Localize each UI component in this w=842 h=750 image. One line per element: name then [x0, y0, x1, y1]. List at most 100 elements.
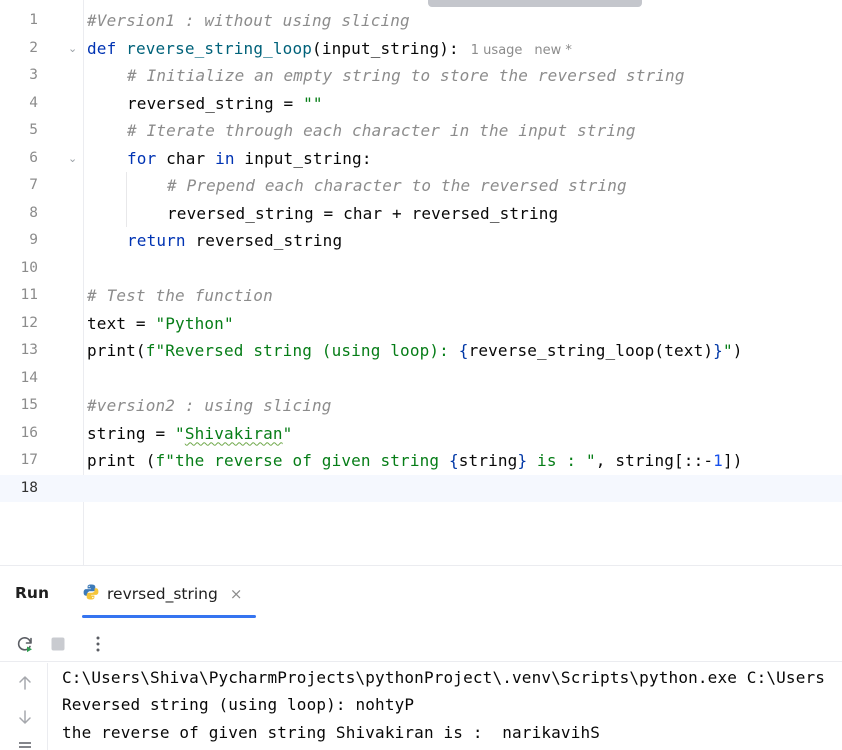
- function-name: reverse_string_loop: [126, 38, 313, 58]
- comment: #Version1 : without using slicing: [87, 11, 410, 30]
- usage-hint[interactable]: 1 usage: [471, 43, 523, 58]
- code-line[interactable]: 11 # Test the function: [0, 282, 842, 310]
- keyword-def: def: [87, 38, 117, 58]
- code-line[interactable]: 16 string = "Shivakiran": [0, 420, 842, 448]
- line-number: 3: [29, 67, 38, 83]
- fstring-brace: {: [448, 451, 459, 470]
- code-line[interactable]: 1 #Version1 : without using slicing: [0, 7, 842, 35]
- fstring-expression: reverse_string_loop(text): [468, 341, 714, 360]
- comment: # Initialize an empty string to store th…: [127, 66, 685, 85]
- comment: # Test the function: [87, 286, 273, 305]
- paren-close: ]): [722, 451, 743, 470]
- string-quote: ": [282, 423, 293, 443]
- code-line[interactable]: 14: [0, 365, 842, 393]
- author-hint[interactable]: new *: [534, 43, 572, 58]
- fstring-brace: }: [517, 451, 528, 470]
- line-number: 15: [20, 397, 38, 413]
- code-line[interactable]: 4 reversed_string = "": [0, 90, 842, 118]
- code-text: # Prepend each character to the reversed…: [167, 172, 627, 200]
- keyword-for: for: [127, 148, 157, 168]
- stop-icon[interactable]: [46, 632, 70, 656]
- fstring: f"Reversed string (using loop):: [145, 341, 459, 360]
- soft-wrap-icon[interactable]: [14, 737, 36, 750]
- run-tab-label: revrsed_string: [107, 585, 218, 603]
- code-line[interactable]: 9 return reversed_string: [0, 227, 842, 255]
- fstring-end: is : ": [527, 451, 596, 470]
- code-line-current[interactable]: 18: [0, 474, 842, 502]
- code-text: return reversed_string: [127, 227, 342, 255]
- close-icon[interactable]: ×: [230, 585, 243, 603]
- line-number: 2: [29, 39, 38, 56]
- loop-variable: char: [156, 148, 216, 168]
- code-line[interactable]: 3 # Initialize an empty string to store …: [0, 62, 842, 90]
- code-line[interactable]: 7 # Prepend each character to the revers…: [0, 172, 842, 200]
- code-text: reversed_string = "": [127, 90, 323, 118]
- return-value: reversed_string: [185, 231, 343, 250]
- keyword-return: return: [127, 231, 186, 250]
- line-number: 16: [20, 424, 38, 441]
- code-line[interactable]: 13 print(f"Reversed string (using loop):…: [0, 337, 842, 365]
- line-number: 18: [20, 479, 38, 496]
- python-icon: [82, 583, 100, 605]
- line-number: 7: [29, 177, 38, 193]
- line-number: 11: [20, 287, 38, 303]
- arrow-down-icon[interactable]: [14, 706, 36, 728]
- code-text: # Initialize an empty string to store th…: [127, 62, 685, 90]
- code-line[interactable]: 12 text = "Python": [0, 310, 842, 338]
- console-line: Reversed string (using loop): nohtyP: [62, 695, 415, 714]
- console-line: the reverse of given string Shivakiran i…: [62, 723, 601, 742]
- code-line[interactable]: 5 # Iterate through each character in th…: [0, 117, 842, 145]
- assignment: reversed_string =: [127, 93, 304, 113]
- code-text: # Iterate through each character in the …: [127, 117, 636, 145]
- code-text: print (f"the reverse of given string {st…: [87, 447, 743, 475]
- code-text: #version2 : using slicing: [87, 392, 332, 420]
- run-tool-window: Run revrsed_string × C:\Users\Shiva\Pych…: [0, 565, 842, 750]
- print-call: print(: [87, 341, 146, 360]
- code-text: reversed_string = char + reversed_string: [167, 203, 559, 223]
- line-number: 12: [20, 314, 38, 331]
- line-number: 5: [29, 122, 38, 138]
- slice-expression: , string[::-: [595, 451, 714, 470]
- code-text: string = "Shivakiran": [87, 420, 292, 448]
- line-number: 8: [29, 204, 38, 221]
- code-line[interactable]: 17 print (f"the reverse of given string …: [0, 447, 842, 475]
- more-options-icon[interactable]: [86, 632, 110, 656]
- code-line[interactable]: 15 #version2 : using slicing: [0, 392, 842, 420]
- fstring: f"the reverse of given string: [155, 451, 449, 470]
- code-text: # Test the function: [87, 282, 273, 310]
- code-editor[interactable]: 1 #Version1 : without using slicing 2 ⌄ …: [0, 0, 842, 565]
- code-line[interactable]: 8 reversed_string = char + reversed_stri…: [0, 200, 842, 228]
- fold-chevron-icon[interactable]: ⌄: [68, 153, 78, 164]
- fstring-brace: {: [458, 341, 469, 360]
- comment: # Prepend each character to the reversed…: [167, 176, 627, 195]
- paren-close: ): [732, 341, 743, 360]
- code-text: print(f"Reversed string (using loop): {r…: [87, 337, 743, 365]
- console-side-toolbar: [0, 663, 48, 750]
- line-number: 9: [29, 232, 38, 248]
- comment: # Iterate through each character in the …: [127, 121, 636, 140]
- horizontal-scrollbar-thumb[interactable]: [428, 0, 642, 7]
- arrow-up-icon[interactable]: [14, 672, 36, 694]
- line-number: 14: [20, 369, 38, 386]
- comment: #version2 : using slicing: [87, 396, 332, 415]
- line-number: 17: [20, 452, 38, 468]
- line-number: 13: [20, 342, 38, 358]
- assignment: string =: [87, 423, 176, 443]
- fold-chevron-icon[interactable]: ⌄: [68, 43, 78, 54]
- print-call: print (: [87, 451, 156, 470]
- code-line[interactable]: 10: [0, 255, 842, 283]
- run-config-tab[interactable]: revrsed_string ×: [82, 582, 242, 606]
- run-toolbar: [0, 626, 842, 662]
- keyword-in: in: [215, 148, 235, 168]
- code-text: #Version1 : without using slicing: [87, 7, 410, 35]
- string-quote: ": [175, 423, 185, 443]
- code-line[interactable]: 6 ⌄ for char in input_string:: [0, 145, 842, 173]
- line-number: 6: [29, 149, 38, 166]
- rerun-icon[interactable]: [13, 632, 37, 656]
- string-literal: "Python": [155, 313, 234, 333]
- line-number: 1: [29, 12, 38, 28]
- code-text: text = "Python": [87, 310, 234, 338]
- fstring-expression: string: [458, 451, 518, 470]
- code-line[interactable]: 2 ⌄ def reverse_string_loop(input_string…: [0, 35, 842, 63]
